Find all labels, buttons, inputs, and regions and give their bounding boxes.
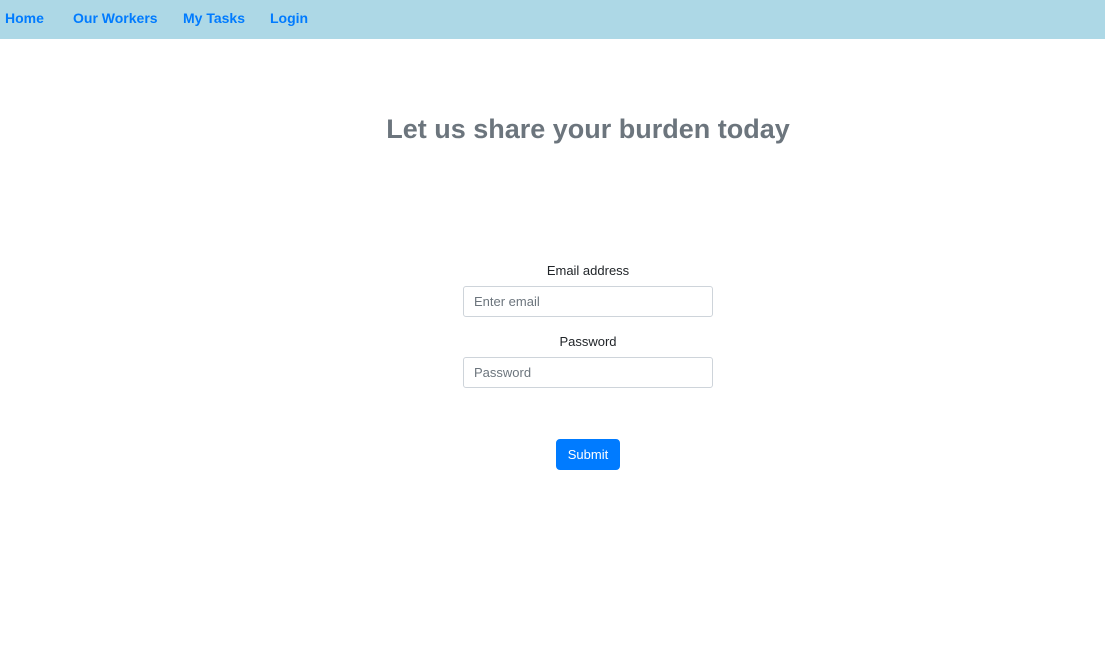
password-group: Password — [463, 333, 713, 388]
nav-link-my-tasks[interactable]: My Tasks — [183, 10, 245, 26]
nav-link-home[interactable]: Home — [5, 10, 44, 26]
password-label: Password — [559, 334, 617, 349]
email-group: Email address — [463, 262, 713, 317]
top-navbar: Home Our Workers My Tasks Login — [0, 0, 1105, 39]
email-input[interactable] — [463, 286, 713, 317]
password-input[interactable] — [463, 357, 713, 388]
nav-link-our-workers[interactable]: Our Workers — [73, 10, 158, 26]
login-form: Email address Password — [463, 262, 713, 404]
submit-button[interactable]: Submit — [556, 439, 620, 470]
page-headline: Let us share your burden today — [386, 114, 790, 144]
email-label: Email address — [546, 263, 630, 278]
nav-link-login[interactable]: Login — [270, 10, 308, 26]
